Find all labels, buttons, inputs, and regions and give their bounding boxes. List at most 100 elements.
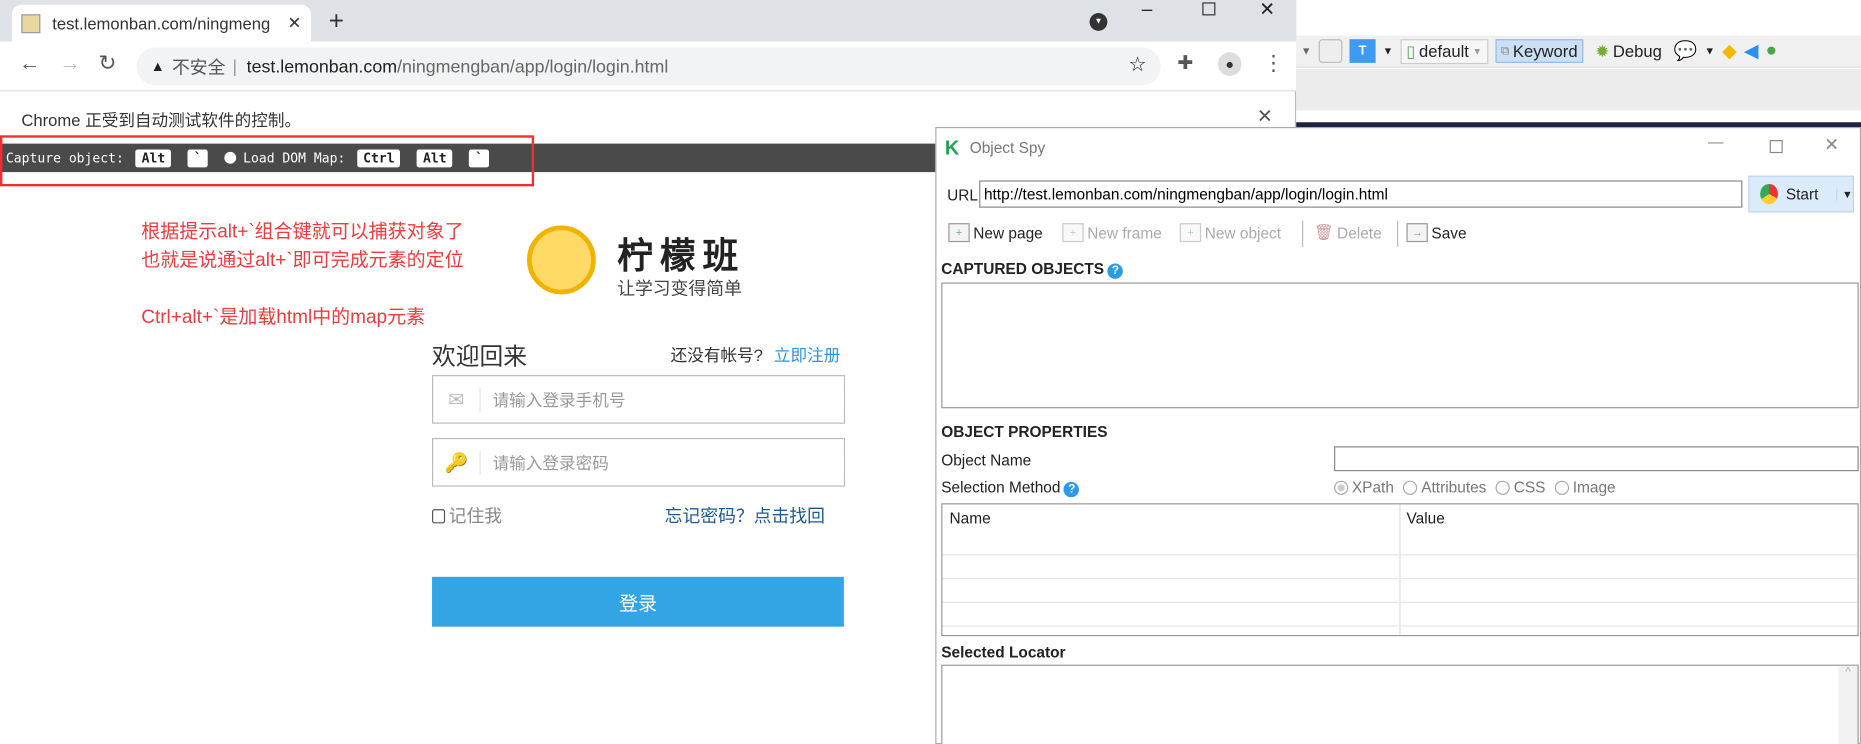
profile-selector[interactable]: ▯ default ▼ <box>1400 38 1488 64</box>
column-divider <box>1399 504 1401 635</box>
dropdown-arrow-icon[interactable]: ▼ <box>1301 45 1312 57</box>
object-properties-heading: OBJECT PROPERTIES <box>941 422 1108 441</box>
chevron-down-icon: ▼ <box>1472 45 1482 57</box>
browser-tab[interactable]: test.lemonban.com/ningmeng ✕ <box>11 4 311 42</box>
captured-objects-tree[interactable] <box>941 282 1859 409</box>
new-tab-button[interactable]: + <box>329 6 344 37</box>
katalon-testops-icon[interactable]: T <box>1349 39 1376 63</box>
chrome-icon <box>1760 183 1778 205</box>
radio-css[interactable]: CSS <box>1495 478 1546 497</box>
envelope-icon: ✉ <box>433 387 481 412</box>
bookmark-star-icon[interactable]: ☆ <box>1128 53 1146 77</box>
diamond-icon[interactable]: ◆ <box>1722 39 1737 63</box>
url-label: URL <box>947 186 979 205</box>
captured-objects-label: CAPTURED OBJECTS <box>941 259 1105 278</box>
brand-name: 柠檬班 <box>617 237 746 277</box>
close-infobar-icon[interactable]: ✕ <box>1257 104 1273 128</box>
new-object-icon: + <box>1179 223 1202 243</box>
stop-icon[interactable] <box>1318 39 1343 63</box>
radio-label: CSS <box>1513 478 1546 497</box>
radio-xpath[interactable]: XPath <box>1334 478 1394 496</box>
lemon-logo-icon <box>526 225 596 295</box>
password-field: 🔑 <box>432 437 846 487</box>
no-account-text: 还没有帐号? <box>670 345 763 365</box>
window-title: Object Spy <box>969 138 1046 157</box>
table-row <box>942 625 1858 627</box>
tab-search-icon[interactable]: ▼ <box>1089 13 1108 31</box>
selected-locator-heading: Selected Locator <box>941 643 1066 662</box>
close-button[interactable]: ✕ <box>1824 134 1839 155</box>
extensions-icon[interactable]: ✚ <box>1177 51 1193 75</box>
radio-label: Image <box>1572 478 1616 497</box>
reload-button[interactable]: ↻ <box>99 51 117 76</box>
save-icon: → <box>1406 223 1428 243</box>
close-window-button[interactable]: ✕ <box>1259 0 1275 21</box>
new-page-icon: + <box>948 223 970 243</box>
save-button[interactable]: → Save <box>1406 223 1467 243</box>
maximize-button[interactable] <box>1202 2 1216 16</box>
favicon-icon <box>21 13 41 33</box>
help-icon[interactable]: ? <box>1064 481 1080 498</box>
object-name-label: Object Name <box>941 451 1032 469</box>
dropdown-arrow-icon[interactable]: ▼ <box>1704 45 1715 57</box>
delete-button[interactable]: 🗑 Delete <box>1314 223 1382 242</box>
minimize-button[interactable]: – <box>1142 0 1153 21</box>
radio-label: XPath <box>1351 478 1394 497</box>
login-button[interactable]: 登录 <box>432 576 844 627</box>
minimize-button[interactable]: — <box>1708 133 1723 151</box>
phone-field: ✉ <box>432 375 846 424</box>
remember-me-label: 记住我 <box>448 506 503 527</box>
delete-label: Delete <box>1337 223 1382 242</box>
annotation-text: 根据提示alt+`组合键就可以捕获对象了 <box>141 221 464 243</box>
remember-me[interactable]: 记住我 <box>432 503 502 528</box>
keyword-label: Keyword <box>1512 41 1578 61</box>
scrollbar[interactable]: ^ <box>1838 665 1858 744</box>
selected-locator-editor[interactable]: ^ <box>941 664 1859 744</box>
code-window-icon: ⧉ <box>1500 44 1510 58</box>
profile-avatar-icon[interactable]: ● <box>1217 52 1242 76</box>
notification-icon[interactable]: ◀ <box>1744 39 1759 63</box>
register-link[interactable]: 立即注册 <box>774 343 840 367</box>
properties-table[interactable]: Name Value <box>941 503 1859 637</box>
profile-label: default <box>1419 41 1469 61</box>
menu-kebab-icon[interactable]: ⋮ <box>1263 51 1284 76</box>
chat-icon[interactable]: 💬 <box>1674 39 1698 63</box>
new-page-button[interactable]: + New page <box>948 223 1043 243</box>
key-icon: 🔑 <box>433 450 481 475</box>
phone-input[interactable] <box>492 389 844 409</box>
toolbar-divider <box>1396 220 1399 247</box>
help-icon[interactable]: ? <box>1107 263 1124 279</box>
new-object-button[interactable]: + New object <box>1179 223 1282 243</box>
forward-button[interactable]: → <box>59 51 80 76</box>
keyword-perspective-button[interactable]: ⧉ Keyword <box>1494 39 1584 63</box>
debug-perspective-button[interactable]: ✹ Debug <box>1591 40 1667 63</box>
url-input[interactable] <box>979 180 1743 208</box>
back-button[interactable]: ← <box>19 51 40 76</box>
table-row <box>942 601 1858 603</box>
forgot-password-link[interactable]: 忘记密码？点击找回 <box>665 503 825 528</box>
omnibox-divider: | <box>232 56 238 77</box>
start-button[interactable]: Start ▼ <box>1748 175 1854 213</box>
selection-method-text: Selection Method <box>941 478 1061 497</box>
dropdown-arrow-icon[interactable]: ▼ <box>1383 45 1394 57</box>
object-name-input[interactable] <box>1334 446 1859 472</box>
captured-objects-heading: CAPTURED OBJECTS? <box>941 259 1124 279</box>
bug-icon: ✹ <box>1595 40 1610 60</box>
warning-icon: ▲ <box>150 58 165 75</box>
password-input[interactable] <box>492 452 844 472</box>
close-tab-icon[interactable]: ✕ <box>288 13 302 33</box>
radio-label: Attributes <box>1421 478 1487 497</box>
omnibox[interactable]: ▲ 不安全 | test.lemonban.com/ningmengban/ap… <box>136 47 1161 86</box>
account-icon[interactable]: ● <box>1766 40 1777 61</box>
checkbox[interactable] <box>432 508 446 523</box>
radio-attributes[interactable]: Attributes <box>1403 478 1486 496</box>
radio-image[interactable]: Image <box>1554 478 1616 497</box>
maximize-button[interactable] <box>1769 140 1783 154</box>
tab-strip: test.lemonban.com/ningmeng ✕ + ▼ – ✕ <box>0 0 1297 42</box>
new-frame-button[interactable]: + New frame <box>1062 223 1162 243</box>
ide-toolbar: ▼ T ▼ ▯ default ▼ ⧉ Keyword ✹ Debug 💬 ▼ … <box>1296 35 1861 68</box>
chevron-down-icon[interactable]: ▼ <box>1836 188 1853 200</box>
new-object-label: New object <box>1204 223 1282 242</box>
url-host: test.lemonban.com <box>246 56 398 77</box>
new-frame-icon: + <box>1062 223 1084 243</box>
